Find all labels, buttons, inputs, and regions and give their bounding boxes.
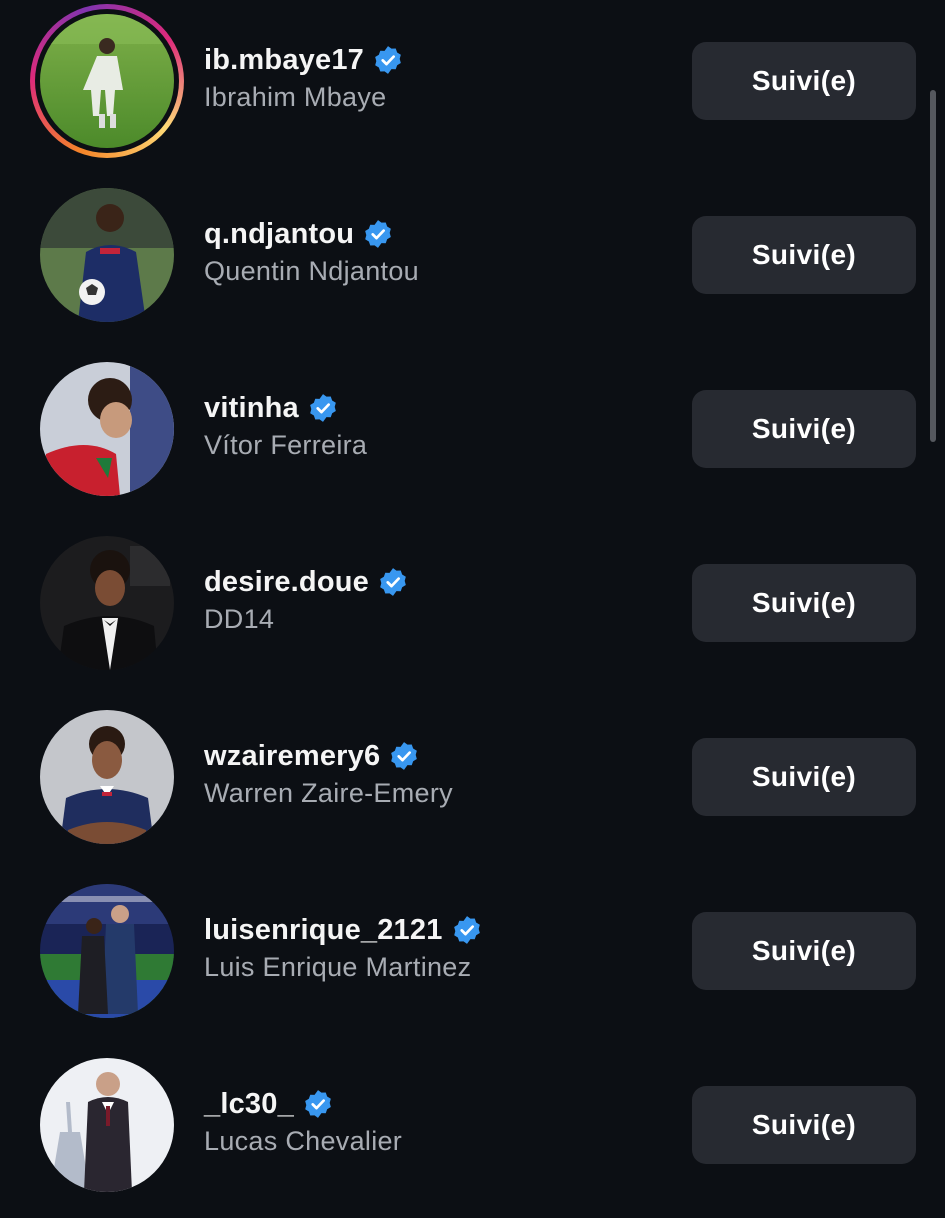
full-name: Vítor Ferreira: [204, 430, 368, 460]
username[interactable]: luisenrique_2121: [204, 914, 443, 947]
full-name: Luis Enrique Martinez: [204, 952, 472, 982]
verified-badge-icon: [308, 393, 338, 423]
username[interactable]: desire.doue: [204, 566, 369, 599]
avatar[interactable]: [40, 1058, 174, 1192]
full-name: Lucas Chevalier: [204, 1126, 403, 1156]
verified-badge-icon: [303, 1089, 333, 1119]
list-item[interactable]: desire.doue DD14 Suivi(e): [0, 522, 945, 696]
avatar[interactable]: [40, 362, 174, 496]
avatar[interactable]: [40, 14, 174, 148]
avatar[interactable]: [40, 884, 174, 1018]
avatar[interactable]: [40, 188, 174, 322]
avatar[interactable]: [40, 710, 174, 844]
following-list: ib.mbaye17 Ibrahim Mbaye Suivi(e) q.ndja…: [0, 0, 945, 1200]
avatar[interactable]: [40, 536, 174, 670]
verified-badge-icon: [389, 741, 419, 771]
full-name: Warren Zaire-Emery: [204, 778, 453, 808]
following-button[interactable]: Suivi(e): [692, 564, 916, 642]
list-item[interactable]: q.ndjantou Quentin Ndjantou Suivi(e): [0, 174, 945, 348]
username[interactable]: vitinha: [204, 392, 299, 425]
username[interactable]: _lc30_: [204, 1088, 294, 1121]
list-item[interactable]: ib.mbaye17 Ibrahim Mbaye Suivi(e): [0, 0, 945, 174]
verified-badge-icon: [452, 915, 482, 945]
verified-badge-icon: [378, 567, 408, 597]
account-info: vitinha Vítor Ferreira: [204, 388, 367, 461]
following-button[interactable]: Suivi(e): [692, 216, 916, 294]
account-info: _lc30_ Lucas Chevalier: [204, 1084, 402, 1157]
full-name: DD14: [204, 604, 275, 634]
username[interactable]: wzairemery6: [204, 740, 380, 773]
list-item[interactable]: wzairemery6 Warren Zaire-Emery Suivi(e): [0, 696, 945, 870]
full-name: Ibrahim Mbaye: [204, 82, 387, 112]
account-info: q.ndjantou Quentin Ndjantou: [204, 214, 419, 287]
account-info: ib.mbaye17 Ibrahim Mbaye: [204, 40, 403, 113]
username[interactable]: q.ndjantou: [204, 218, 354, 251]
list-item[interactable]: _lc30_ Lucas Chevalier Suivi(e): [0, 1044, 945, 1218]
full-name: Quentin Ndjantou: [204, 256, 419, 286]
list-item[interactable]: vitinha Vítor Ferreira Suivi(e): [0, 348, 945, 522]
verified-badge-icon: [363, 219, 393, 249]
account-info: wzairemery6 Warren Zaire-Emery: [204, 736, 453, 809]
following-button[interactable]: Suivi(e): [692, 912, 916, 990]
following-button[interactable]: Suivi(e): [692, 738, 916, 816]
account-info: luisenrique_2121 Luis Enrique Martinez: [204, 910, 482, 983]
following-button[interactable]: Suivi(e): [692, 390, 916, 468]
scrollbar[interactable]: [930, 90, 936, 442]
username[interactable]: ib.mbaye17: [204, 44, 364, 77]
following-button[interactable]: Suivi(e): [692, 42, 916, 120]
account-info: desire.doue DD14: [204, 562, 408, 635]
list-item[interactable]: luisenrique_2121 Luis Enrique Martinez S…: [0, 870, 945, 1044]
following-button[interactable]: Suivi(e): [692, 1086, 916, 1164]
verified-badge-icon: [373, 45, 403, 75]
